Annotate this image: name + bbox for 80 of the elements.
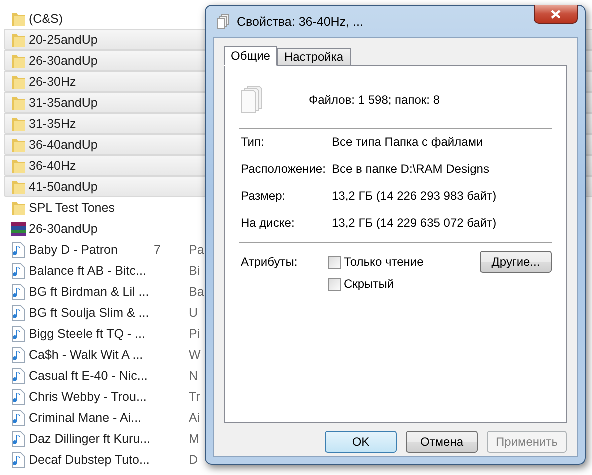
folder-icon (10, 116, 26, 132)
list-cell: D (189, 452, 198, 466)
file-name: Daz Dillinger ft Kuru... (29, 432, 152, 446)
file-name: 31-35Hz (29, 116, 78, 130)
list-cell: M (189, 432, 200, 446)
property-label: Тип: (241, 135, 266, 149)
file-name: Criminal Mane - Ai... (29, 410, 143, 424)
property-label: На диске: (241, 216, 296, 230)
summary-text: Файлов: 1 598; папок: 8 (309, 93, 440, 107)
list-cell: Bi (189, 264, 200, 278)
dialog-button[interactable]: OK (324, 431, 397, 453)
list-cell: U (189, 306, 198, 320)
music-file-icon (12, 430, 24, 446)
list-cell: Ba (189, 284, 204, 298)
music-file-icon (12, 262, 24, 278)
close-icon (551, 10, 561, 18)
music-file-icon (12, 304, 24, 320)
file-name: 26-30andUp (29, 54, 99, 68)
property-value: Все в папке D:\RAM Designs (332, 162, 490, 176)
file-name: BG ft Birdman & Lil ... (29, 284, 150, 298)
folder-icon (10, 158, 26, 174)
file-name: 36-40Hz (29, 158, 78, 172)
folder-icon (10, 74, 26, 90)
folder-icon (10, 52, 26, 68)
property-value: 13,2 ГБ (14 226 293 983 байт) (332, 189, 498, 203)
checkbox-label: Скрытый (344, 277, 394, 291)
file-name: Chris Webby - Trou... (29, 390, 148, 404)
file-name: Baby D - Patron (29, 242, 119, 256)
file-name: SPL Test Tones (29, 200, 116, 214)
property-value: Все типа Папка с файлами (332, 135, 484, 149)
file-name: 31-35andUp (29, 96, 99, 110)
property-label: Размер: (241, 189, 287, 203)
file-name: 36-40andUp (29, 138, 99, 152)
list-cell: Pi (189, 326, 200, 340)
file-name: Decaf Dubstep Tuto... (29, 452, 151, 466)
music-file-icon (12, 242, 24, 258)
file-name: Bigg Steele ft TQ - ... (29, 326, 146, 340)
list-cell: Ai (189, 410, 200, 424)
list-cell: Pa (189, 242, 204, 256)
list-cell: W (189, 348, 201, 362)
archive-icon (10, 220, 26, 236)
checkbox-label: Только чтение (344, 255, 424, 269)
documents-icon (217, 14, 231, 30)
list-cell-text: 7 (154, 242, 162, 256)
file-name: Balance ft AB - Bitc... (29, 264, 148, 278)
checkbox[interactable] (328, 256, 341, 268)
file-name: 20-25andUp (29, 32, 99, 46)
music-file-icon (12, 368, 24, 384)
list-cell: N (189, 368, 198, 382)
music-file-icon (12, 326, 24, 342)
folder-icon (10, 200, 26, 216)
folder-icon (10, 32, 26, 48)
folder-icon (10, 94, 26, 110)
file-name: Ca$h - Walk Wit A ... (29, 348, 144, 362)
file-name: BG ft Soulja Slim & ... (29, 306, 150, 320)
checkbox[interactable] (328, 278, 341, 290)
music-file-icon (12, 410, 24, 426)
file-name: 41-50andUp (29, 180, 99, 194)
file-name: 26-30Hz (29, 74, 78, 88)
window-title: Свойства: 36-40Hz, ... (237, 14, 364, 28)
music-file-icon (12, 388, 24, 404)
tab[interactable]: Общие (224, 46, 278, 66)
music-file-icon (12, 452, 24, 468)
dialog-button[interactable]: Отмена (406, 431, 478, 453)
attributes-label: Атрибуты: (241, 255, 299, 271)
folder-icon (10, 178, 26, 194)
list-cell: Tr (189, 390, 200, 404)
property-value: 13,2 ГБ (14 229 635 072 байт) (332, 216, 498, 230)
documents-icon (241, 86, 263, 114)
folder-icon (10, 10, 26, 26)
other-attributes-button[interactable]: Другие... (480, 251, 552, 273)
file-name: Casual ft E-40 - Nic... (29, 368, 149, 382)
tab[interactable]: Настройка (277, 48, 351, 65)
file-name: (C&S) (29, 12, 64, 26)
folder-icon (10, 136, 26, 152)
property-label: Расположение: (241, 162, 327, 176)
music-file-icon (12, 284, 24, 300)
close-button[interactable] (534, 5, 578, 24)
music-file-icon (12, 346, 24, 362)
file-name: 26-30andUp (29, 222, 99, 236)
